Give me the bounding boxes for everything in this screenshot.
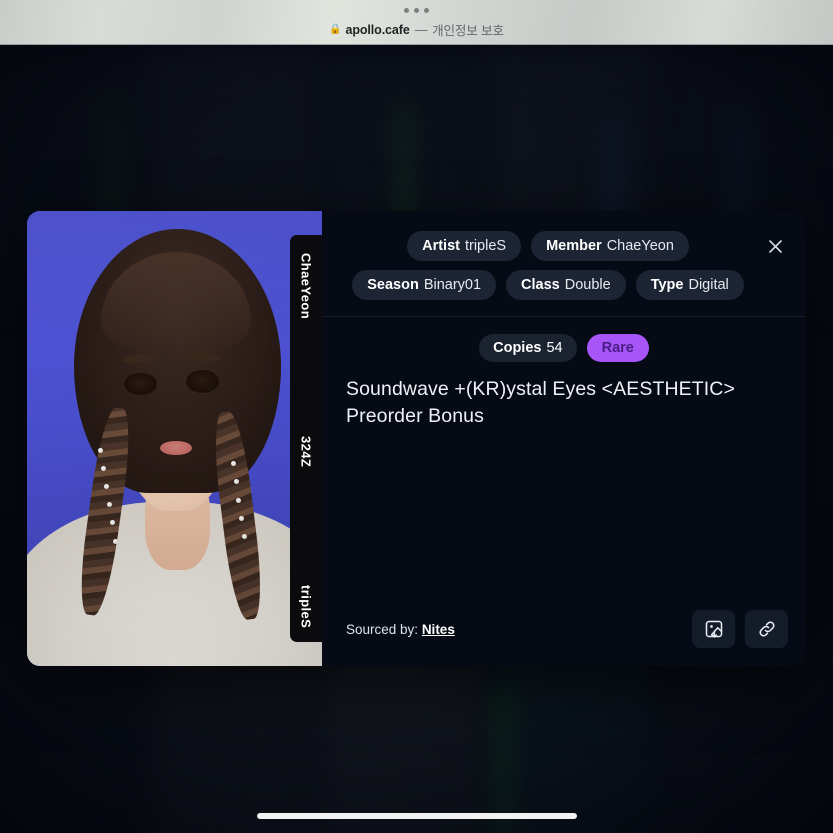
card-detail-modal: ChaeYeon 324Z tripleS Artist tripleS Memb… (27, 211, 806, 666)
tag-member[interactable]: Member ChaeYeon (531, 231, 689, 261)
image-download-icon (704, 619, 724, 639)
tag-artist-value: tripleS (464, 238, 507, 254)
grab-dot (404, 8, 409, 13)
strip-serial-number: 324Z (298, 436, 314, 468)
tag-season[interactable]: Season Binary01 (352, 270, 497, 300)
close-icon[interactable] (762, 233, 788, 259)
card-title: Soundwave +(KR)ystal Eyes <AESTHETIC> Pr… (346, 378, 735, 427)
strip-artist-name: tripleS (298, 584, 314, 628)
browser-chrome: 🔒 apollo.cafe — 개인정보 보호 (0, 0, 833, 45)
sourced-by: Sourced by: Nites (346, 622, 455, 637)
copies-value: 54 (546, 340, 563, 356)
grab-handle-dots-icon[interactable] (0, 8, 833, 13)
link-icon (757, 619, 777, 639)
tag-member-label: Member (546, 238, 602, 254)
save-image-button[interactable] (692, 610, 735, 648)
address-separator: — (414, 22, 428, 37)
tag-class-value: Double (564, 277, 611, 293)
card-info-pane: Artist tripleS Member ChaeYeon Season Binar… (322, 211, 806, 666)
tag-artist[interactable]: Artist tripleS (407, 231, 522, 261)
privacy-label: 개인정보 보호 (432, 24, 504, 38)
tag-season-label: Season (367, 277, 419, 293)
address-bar[interactable]: 🔒 apollo.cafe — 개인정보 보호 (0, 20, 833, 39)
tag-class-label: Class (521, 277, 560, 293)
card-footer: Sourced by: Nites (322, 610, 806, 666)
card-photo[interactable]: ChaeYeon 324Z tripleS (27, 211, 322, 666)
tag-type-label: Type (650, 277, 684, 293)
footer-action-buttons (692, 610, 788, 648)
grab-dot (424, 8, 429, 13)
lock-icon: 🔒 (329, 24, 342, 35)
tag-type-value: Digital (688, 277, 729, 293)
tag-type[interactable]: Type Digital (635, 270, 744, 300)
rarity-badge[interactable]: Rare (586, 334, 649, 362)
tag-season-value: Binary01 (423, 277, 482, 293)
strip-member-name: ChaeYeon (298, 253, 314, 320)
card-photo-image (27, 211, 322, 666)
copy-link-button[interactable] (745, 610, 788, 648)
card-meta-row: Copies 54 Rare (322, 317, 806, 362)
tag-artist-label: Artist (422, 238, 460, 254)
sourced-by-prefix: Sourced by: (346, 621, 419, 637)
tag-member-value: ChaeYeon (606, 238, 674, 254)
attribute-tag-list: Artist tripleS Member ChaeYeon Season Binar… (322, 211, 806, 317)
copies-label: Copies (493, 340, 542, 356)
home-indicator[interactable] (256, 813, 577, 819)
copies-badge[interactable]: Copies 54 (479, 334, 577, 362)
site-domain: apollo.cafe (345, 22, 410, 37)
tag-class[interactable]: Class Double (506, 270, 626, 300)
sourced-by-link[interactable]: Nites (422, 622, 455, 637)
card-side-strip: ChaeYeon 324Z tripleS (290, 235, 322, 642)
grab-dot (414, 8, 419, 13)
